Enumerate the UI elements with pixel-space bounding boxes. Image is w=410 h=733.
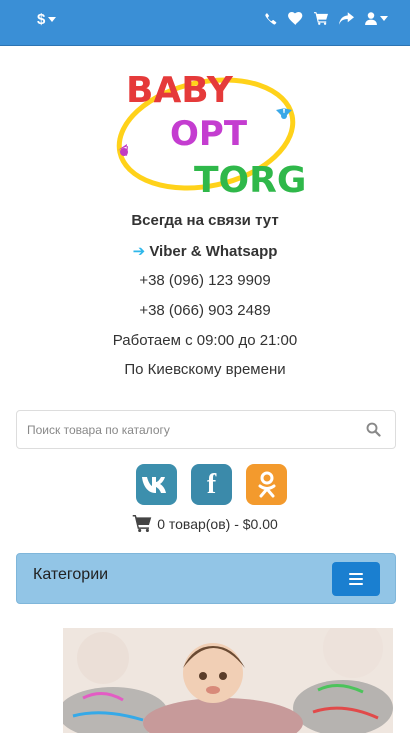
- promo-banner[interactable]: [63, 628, 393, 733]
- categories-title: Категории: [33, 566, 109, 583]
- top-bar: $: [0, 0, 410, 46]
- messengers-line: ➔ Viber & Whatsapp: [0, 242, 410, 260]
- search-input[interactable]: [17, 411, 357, 448]
- timezone-note: По Киевскому времени: [124, 361, 286, 378]
- messengers-label: Viber & Whatsapp: [149, 243, 278, 260]
- search-icon[interactable]: [366, 422, 381, 442]
- header-icons: [264, 12, 388, 25]
- phone-2[interactable]: +38 (066) 903 2489: [0, 302, 410, 319]
- cart-icon[interactable]: [314, 12, 328, 25]
- cart-summary[interactable]: 0 товар(ов) - $0.00: [0, 515, 410, 532]
- chevron-down-icon: [48, 17, 57, 22]
- contact-heading: Всегда на связи тут: [131, 212, 279, 229]
- currency-symbol: $: [37, 11, 46, 28]
- cart-icon: [132, 515, 152, 532]
- phone-1[interactable]: +38 (096) 123 9909: [0, 272, 410, 289]
- site-logo[interactable]: BABY OPT TORG: [108, 66, 306, 201]
- social-links: f: [136, 464, 287, 505]
- categories-bar: Категории: [16, 553, 396, 604]
- phone-icon[interactable]: [264, 12, 277, 25]
- user-icon[interactable]: [365, 12, 388, 25]
- search-box: [16, 410, 396, 449]
- cart-summary-text: 0 товар(ов) - $0.00: [157, 515, 278, 532]
- arrow-right-icon: ➔: [132, 243, 146, 260]
- odnoklassniki-icon[interactable]: [246, 464, 287, 505]
- heart-icon[interactable]: [288, 12, 303, 25]
- hamburger-icon: [349, 573, 363, 575]
- working-hours: Работаем с 09:00 до 21:00: [112, 332, 298, 349]
- vk-icon[interactable]: [136, 464, 177, 505]
- logo-text-torg: TORG: [194, 160, 304, 198]
- chevron-down-icon: [380, 16, 388, 21]
- menu-toggle-button[interactable]: [332, 562, 380, 596]
- logo-text-baby: BABY: [126, 70, 234, 111]
- share-icon[interactable]: [339, 12, 354, 25]
- facebook-icon[interactable]: f: [191, 464, 232, 505]
- logo-text-opt: OPT: [170, 114, 248, 154]
- facebook-glyph: f: [206, 468, 217, 500]
- currency-dropdown[interactable]: $: [37, 11, 57, 28]
